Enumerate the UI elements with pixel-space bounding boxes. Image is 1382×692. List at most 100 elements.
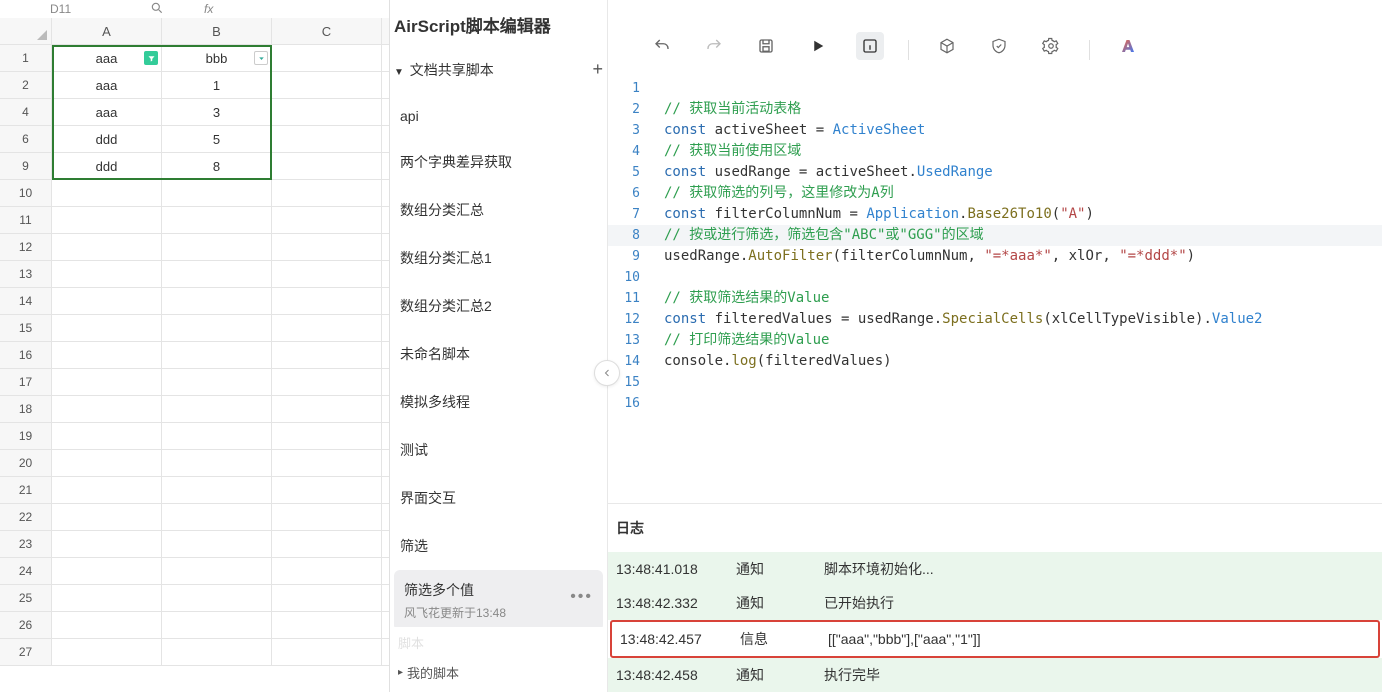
cell[interactable] xyxy=(272,234,382,260)
redo-button[interactable] xyxy=(700,32,728,60)
log-row[interactable]: 13:48:41.018通知脚本环境初始化... xyxy=(608,552,1382,586)
row-header[interactable]: 13 xyxy=(0,261,52,287)
code-line[interactable]: 14console.log(filteredValues) xyxy=(608,351,1382,372)
row-header[interactable]: 19 xyxy=(0,423,52,449)
cell[interactable] xyxy=(272,531,382,557)
cell[interactable] xyxy=(52,369,162,395)
row-header[interactable]: 9 xyxy=(0,153,52,179)
cell[interactable] xyxy=(52,558,162,584)
script-item[interactable]: 两个字典差异获取 xyxy=(390,138,607,186)
cell[interactable] xyxy=(52,504,162,530)
code-line[interactable]: 11// 获取筛选结果的Value xyxy=(608,288,1382,309)
cell[interactable]: 5 xyxy=(162,126,272,152)
row-header[interactable]: 4 xyxy=(0,99,52,125)
column-header[interactable]: A xyxy=(52,18,162,44)
code-line[interactable]: 7const filterColumnNum = Application.Bas… xyxy=(608,204,1382,225)
cell[interactable] xyxy=(162,558,272,584)
cell[interactable] xyxy=(52,288,162,314)
row-header[interactable]: 15 xyxy=(0,315,52,341)
cell[interactable] xyxy=(272,558,382,584)
row-header[interactable]: 17 xyxy=(0,369,52,395)
run-button[interactable] xyxy=(804,32,832,60)
row-header[interactable]: 2 xyxy=(0,72,52,98)
cell[interactable] xyxy=(52,396,162,422)
cell[interactable] xyxy=(162,288,272,314)
cell[interactable] xyxy=(52,423,162,449)
cell[interactable] xyxy=(52,612,162,638)
cell[interactable] xyxy=(52,207,162,233)
code-line[interactable]: 12const filteredValues = usedRange.Speci… xyxy=(608,309,1382,330)
cell[interactable] xyxy=(162,423,272,449)
cell[interactable] xyxy=(272,477,382,503)
cell[interactable]: 3 xyxy=(162,99,272,125)
script-item[interactable]: api xyxy=(390,94,607,138)
row-header[interactable]: 27 xyxy=(0,639,52,665)
cell[interactable] xyxy=(162,450,272,476)
code-line[interactable]: 9usedRange.AutoFilter(filterColumnNum, "… xyxy=(608,246,1382,267)
package-button[interactable] xyxy=(933,32,961,60)
cell[interactable] xyxy=(52,315,162,341)
cell[interactable] xyxy=(272,72,382,98)
cell[interactable] xyxy=(52,261,162,287)
code-line[interactable]: 4// 获取当前使用区域 xyxy=(608,141,1382,162)
cell[interactable] xyxy=(162,234,272,260)
cell[interactable] xyxy=(272,288,382,314)
cell[interactable]: aaa xyxy=(52,99,162,125)
cell[interactable] xyxy=(52,639,162,665)
select-all-corner[interactable] xyxy=(0,18,52,44)
log-row[interactable]: 13:48:42.332通知已开始执行 xyxy=(608,586,1382,620)
row-header[interactable]: 18 xyxy=(0,396,52,422)
cell[interactable] xyxy=(162,477,272,503)
code-line[interactable]: 3const activeSheet = ActiveSheet xyxy=(608,120,1382,141)
script-item[interactable]: 未命名脚本 xyxy=(390,330,607,378)
cell[interactable] xyxy=(272,423,382,449)
cell[interactable]: bbb xyxy=(162,45,272,71)
shield-button[interactable] xyxy=(985,32,1013,60)
cell[interactable] xyxy=(272,45,382,71)
cell[interactable]: 8 xyxy=(162,153,272,179)
search-icon[interactable] xyxy=(150,1,164,18)
cell[interactable] xyxy=(272,207,382,233)
code-line[interactable]: 6// 获取筛选的列号，这里修改为A列 xyxy=(608,183,1382,204)
cell[interactable] xyxy=(162,261,272,287)
cell[interactable] xyxy=(272,342,382,368)
cell[interactable] xyxy=(272,315,382,341)
cell[interactable] xyxy=(52,585,162,611)
cell[interactable] xyxy=(162,585,272,611)
row-header[interactable]: 24 xyxy=(0,558,52,584)
script-item[interactable]: 数组分类汇总1 xyxy=(390,234,607,282)
row-header[interactable]: 20 xyxy=(0,450,52,476)
cell[interactable] xyxy=(162,207,272,233)
fx-label[interactable]: fx xyxy=(204,2,213,16)
cell[interactable] xyxy=(272,153,382,179)
cell-reference[interactable]: D11 xyxy=(50,2,110,16)
script-item[interactable]: 界面交互 xyxy=(390,474,607,522)
collapse-tree-button[interactable] xyxy=(594,360,620,386)
sheet-grid[interactable]: ABC1aaabbb2aaa14aaa36ddd59ddd81011121314… xyxy=(0,18,389,692)
row-header[interactable]: 14 xyxy=(0,288,52,314)
settings-button[interactable] xyxy=(1037,32,1065,60)
code-line[interactable]: 10 xyxy=(608,267,1382,288)
cell[interactable] xyxy=(52,342,162,368)
row-header[interactable]: 16 xyxy=(0,342,52,368)
cell[interactable] xyxy=(52,234,162,260)
row-header[interactable]: 10 xyxy=(0,180,52,206)
cell[interactable] xyxy=(52,531,162,557)
row-header[interactable]: 23 xyxy=(0,531,52,557)
cell[interactable] xyxy=(272,639,382,665)
cell[interactable] xyxy=(162,531,272,557)
tree-section-header[interactable]: ▼ 文档共享脚本 + xyxy=(390,59,607,94)
cell[interactable] xyxy=(52,450,162,476)
script-item[interactable]: 筛选多个值风飞花更新于13:48••• xyxy=(394,570,603,627)
tree-footer[interactable]: ▸我的脚本 xyxy=(390,652,607,692)
row-header[interactable]: 21 xyxy=(0,477,52,503)
row-header[interactable]: 12 xyxy=(0,234,52,260)
cell[interactable] xyxy=(162,396,272,422)
column-header[interactable]: B xyxy=(162,18,272,44)
code-line[interactable]: 16 xyxy=(608,393,1382,414)
cell[interactable]: aaa xyxy=(52,72,162,98)
cell[interactable] xyxy=(272,180,382,206)
cell[interactable]: ddd xyxy=(52,126,162,152)
code-line[interactable]: 1 xyxy=(608,78,1382,99)
cell[interactable]: 1 xyxy=(162,72,272,98)
